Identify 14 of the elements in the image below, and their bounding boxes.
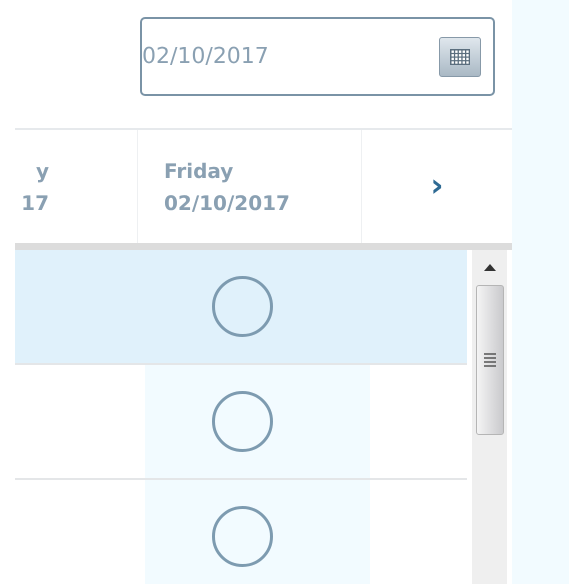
day-name: y [36,158,49,184]
date-field[interactable]: 02/10/2017 [140,17,495,96]
radio-button[interactable] [212,506,273,567]
date-input[interactable]: 02/10/2017 [142,40,362,73]
column-date: 17 [21,190,49,216]
day-name: Friday [164,158,234,184]
next-button[interactable]: › [430,168,444,204]
column-date: 02/10/2017 [164,190,291,216]
scroll-up-icon [484,264,496,271]
scrollbar[interactable] [472,250,507,584]
radio-button[interactable] [212,276,273,337]
calendar-icon[interactable] [439,36,481,76]
radio-button[interactable] [212,391,273,452]
grip-icon [484,353,496,367]
